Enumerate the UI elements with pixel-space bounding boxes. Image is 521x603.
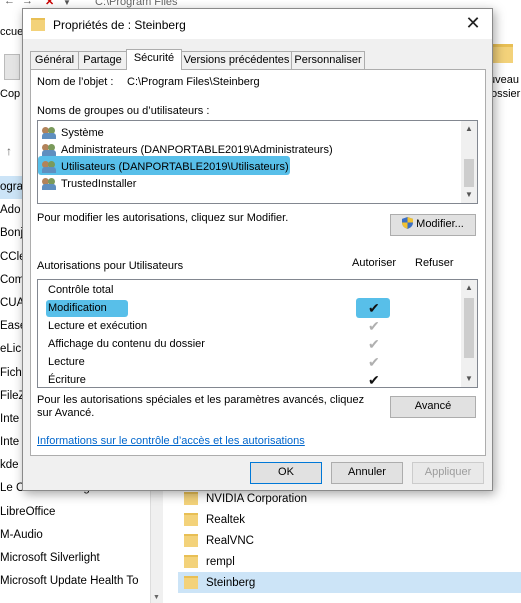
group-item-label: Système <box>61 126 104 139</box>
scroll-thumb[interactable] <box>464 298 474 358</box>
ribbon-right-text-1: uveau <box>489 74 519 86</box>
folder-name: Realtek <box>206 513 245 526</box>
advanced-button[interactable]: Avancé <box>390 396 476 418</box>
copy-icon[interactable] <box>4 54 20 80</box>
access-control-info-link[interactable]: Informations sur le contrôle d’accès et … <box>37 435 305 447</box>
deny-column-header: Refuser <box>415 257 454 269</box>
groups-label: Noms de groupes ou d’utilisateurs : <box>37 105 210 117</box>
group-item-label: TrustedInstaller <box>61 177 137 190</box>
scroll-up-arrow-icon[interactable]: ▲ <box>461 280 477 296</box>
nav-item[interactable]: Microsoft Silverlight <box>0 547 165 570</box>
allow-column-header: Autoriser <box>352 257 397 269</box>
folder-row[interactable]: RealVNC <box>178 530 521 551</box>
folder-name: Steinberg <box>206 576 256 589</box>
groups-scrollbar[interactable]: ▲ ▼ <box>461 121 477 203</box>
permission-row: Affichage du contenu du dossier <box>48 338 205 350</box>
tab-customize[interactable]: Personnaliser <box>291 51 365 69</box>
nav-scrollbar[interactable]: ▼ <box>150 488 163 603</box>
dialog-titlebar[interactable]: Propriétés de : Steinberg ✕ <box>23 9 492 39</box>
ribbon-right-text-2: ossier <box>491 88 521 100</box>
nav-item[interactable]: M-Audio <box>0 524 165 547</box>
scroll-down-arrow-icon[interactable]: ▼ <box>461 371 477 387</box>
delete-icon[interactable]: ✕ <box>45 0 54 8</box>
cancel-button[interactable]: Annuler <box>331 462 403 484</box>
folder-icon <box>184 576 198 589</box>
allow-checkmark-icon: ✔ <box>368 336 380 352</box>
permissions-label: Autorisations pour Utilisateurs <box>37 260 184 272</box>
scroll-down-arrow-icon[interactable]: ▼ <box>153 594 160 601</box>
uac-shield-icon <box>402 217 414 229</box>
folder-name: rempl <box>206 555 235 568</box>
users-icon <box>42 143 57 156</box>
ribbon-left-fragment: ccue Cop <box>0 14 24 124</box>
group-item-label: Utilisateurs (DANPORTABLE2019\Utilisateu… <box>61 160 289 173</box>
users-icon <box>42 160 57 173</box>
back-arrow-icon[interactable]: ← <box>4 0 15 7</box>
scroll-up-arrow-icon[interactable]: ▲ <box>461 121 477 137</box>
folder-icon <box>184 492 198 505</box>
group-item[interactable]: Administrateurs (DANPORTABLE2019\Adminis… <box>42 141 333 158</box>
tab-security[interactable]: Sécurité <box>126 49 182 70</box>
apply-button[interactable]: Appliquer <box>412 462 484 484</box>
folder-row[interactable]: rempl <box>178 551 521 572</box>
modify-button[interactable]: Modifier... <box>390 214 476 236</box>
folder-row-selected[interactable]: Steinberg <box>178 572 521 593</box>
users-icon <box>42 177 57 190</box>
tab-sharing[interactable]: Partage <box>78 51 127 69</box>
permission-row: Écriture <box>48 374 86 386</box>
folder-row[interactable]: NVIDIA Corporation <box>178 488 521 509</box>
security-panel: Nom de l’objet : C:\Program Files\Steinb… <box>30 69 486 456</box>
up-arrow-icon[interactable]: ↑ <box>6 144 12 158</box>
permission-row: Lecture et exécution <box>48 320 148 332</box>
group-item-label: Administrateurs (DANPORTABLE2019\Adminis… <box>61 143 333 156</box>
group-item[interactable]: TrustedInstaller <box>42 175 136 192</box>
nav-item[interactable]: LibreOffice <box>0 501 165 524</box>
scroll-thumb[interactable] <box>464 159 474 187</box>
address-bar[interactable]: C:\Program Files <box>95 0 178 8</box>
allow-checkmark-icon: ✔ <box>368 372 380 388</box>
forward-arrow-icon[interactable]: → <box>22 0 33 7</box>
properties-dialog: Propriétés de : Steinberg ✕ Général Part… <box>22 8 493 491</box>
ribbon-left-text-2: Cop <box>0 88 21 100</box>
dropdown-chevron-icon[interactable]: ▼ <box>63 0 71 7</box>
ribbon-left-text-1: ccue <box>0 26 24 38</box>
groups-listbox[interactable]: Système Administrateurs (DANPORTABLE2019… <box>37 120 478 204</box>
folder-icon <box>184 534 198 547</box>
permission-row: Contrôle total <box>48 284 114 296</box>
modify-button-label: Modifier... <box>416 218 464 230</box>
tab-general[interactable]: Général <box>30 51 79 69</box>
nav-item[interactable]: Microsoft Update Health To <box>0 570 165 593</box>
allow-checkmark-icon: ✔ <box>368 354 380 370</box>
permission-row: Lecture <box>48 356 85 368</box>
file-list: NVIDIA Corporation Realtek RealVNC rempl… <box>178 488 521 593</box>
folder-name: RealVNC <box>206 534 254 547</box>
folder-icon <box>31 18 45 31</box>
close-icon[interactable]: ✕ <box>460 13 486 35</box>
new-folder-icon[interactable] <box>493 44 513 63</box>
permissions-listbox[interactable]: Contrôle total Modification ✔ Lecture et… <box>37 279 478 388</box>
permissions-scrollbar[interactable]: ▲ ▼ <box>461 280 477 387</box>
object-name-label: Nom de l’objet : <box>37 76 114 88</box>
folder-name: NVIDIA Corporation <box>206 492 307 505</box>
allow-checkmark-icon: ✔ <box>368 318 380 334</box>
scroll-down-arrow-icon[interactable]: ▼ <box>461 187 477 203</box>
tab-previous-versions[interactable]: Versions précédentes <box>181 51 292 69</box>
users-icon <box>42 126 57 139</box>
folder-row[interactable]: Realtek <box>178 509 521 530</box>
group-item-selected[interactable]: Utilisateurs (DANPORTABLE2019\Utilisateu… <box>42 158 289 175</box>
ok-button[interactable]: OK <box>250 462 322 484</box>
modify-hint: Pour modifier les autorisations, cliquez… <box>37 212 289 224</box>
folder-icon <box>184 513 198 526</box>
group-item[interactable]: Système <box>42 124 104 141</box>
permission-row: Modification <box>48 302 107 314</box>
special-permissions-hint: Pour les autorisations spéciales et les … <box>37 394 365 419</box>
dialog-title: Propriétés de : Steinberg <box>53 18 186 32</box>
allow-checkmark-icon: ✔ <box>368 300 380 316</box>
object-name-value: C:\Program Files\Steinberg <box>127 76 260 88</box>
folder-icon <box>184 555 198 568</box>
